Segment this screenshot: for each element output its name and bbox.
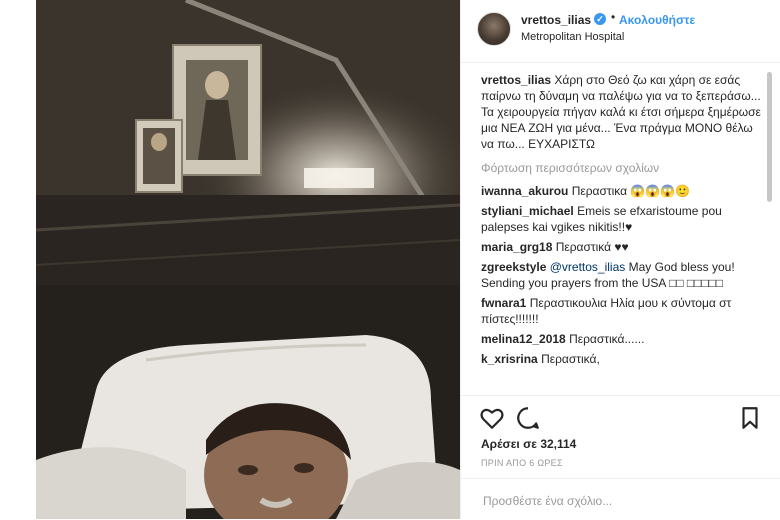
comment-item: maria_grg18 Περαστικά ♥♥ bbox=[481, 239, 761, 255]
comment-text: Περαστικά...... bbox=[569, 332, 645, 346]
caption-username[interactable]: vrettos_ilias bbox=[481, 73, 551, 87]
comment-item: iwanna_akurou Περαστικα 😱😱😱🙂 bbox=[481, 183, 761, 199]
heart-icon[interactable] bbox=[479, 405, 505, 431]
author-username[interactable]: vrettos_ilias bbox=[521, 13, 591, 27]
follow-button[interactable]: Ακολουθήστε bbox=[619, 13, 695, 27]
comment-item: zgreekstyle @vrettos_ilias May God bless… bbox=[481, 259, 761, 291]
post-timestamp[interactable]: ΠΡΙΝ ΑΠΟ 6 ΩΡΕΣ bbox=[481, 458, 563, 468]
bookmark-icon[interactable] bbox=[737, 405, 763, 431]
comment-username[interactable]: iwanna_akurou bbox=[481, 184, 568, 198]
add-comment-bar bbox=[461, 478, 780, 520]
comment-username[interactable]: zgreekstyle bbox=[481, 260, 546, 274]
comment-username[interactable]: k_xrisrina bbox=[481, 352, 538, 366]
comment-icon[interactable] bbox=[515, 405, 541, 431]
action-bar bbox=[461, 395, 780, 440]
separator-dot: • bbox=[611, 10, 616, 24]
comments-list[interactable]: vrettos_ilias Χάρη στο Θεό ζω και χάρη σ… bbox=[481, 72, 761, 392]
post-photo[interactable] bbox=[36, 0, 460, 519]
likes-count[interactable]: Αρέσει σε 32,114 bbox=[481, 437, 576, 451]
post-header: vrettos_ilias ✓ • Ακολουθήστε Metropolit… bbox=[461, 0, 780, 63]
comment-text: Περαστικα 😱😱😱🙂 bbox=[571, 184, 691, 198]
comment-item: melina12_2018 Περαστικά...... bbox=[481, 331, 761, 347]
add-comment-input[interactable] bbox=[481, 491, 765, 511]
comment-username[interactable]: styliani_michael bbox=[481, 204, 574, 218]
caption: vrettos_ilias Χάρη στο Θεό ζω και χάρη σ… bbox=[481, 72, 761, 152]
comment-item: styliani_michael Emeis se efxaristoume p… bbox=[481, 203, 761, 235]
comment-item: k_xrisrina Περαστικά, bbox=[481, 351, 761, 367]
comment-text: Περαστικά ♥♥ bbox=[555, 240, 629, 254]
comment-username[interactable]: melina12_2018 bbox=[481, 332, 566, 346]
post-side-panel: vrettos_ilias ✓ • Ακολουθήστε Metropolit… bbox=[460, 0, 780, 519]
hospital-selfie-image bbox=[36, 0, 460, 519]
comment-item: fwnara1 Περαστικουλια Ηλία μου κ σύντομα… bbox=[481, 295, 761, 327]
comments-scrollbar[interactable] bbox=[767, 72, 772, 202]
comment-username[interactable]: maria_grg18 bbox=[481, 240, 552, 254]
location-link[interactable]: Metropolitan Hospital bbox=[521, 31, 624, 43]
comment-username[interactable]: fwnara1 bbox=[481, 296, 526, 310]
verified-badge-icon: ✓ bbox=[594, 13, 606, 25]
comment-mention-link[interactable]: @vrettos_ilias bbox=[550, 260, 626, 274]
load-more-comments-button[interactable]: Φόρτωση περισσότερων σχολίων bbox=[481, 160, 761, 176]
comment-text: Περαστικά, bbox=[541, 352, 600, 366]
avatar[interactable] bbox=[477, 12, 511, 46]
